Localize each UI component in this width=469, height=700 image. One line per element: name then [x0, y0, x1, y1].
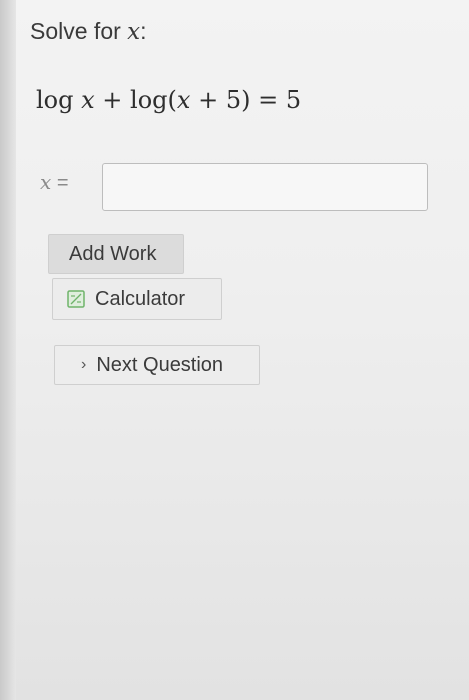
answer-label: x =: [40, 170, 69, 195]
equation-var1: x: [81, 86, 95, 114]
equation-var2: x: [176, 86, 191, 114]
chevron-right-icon: ›: [81, 356, 87, 373]
next-question-button[interactable]: › Next Question: [54, 345, 260, 385]
left-edge: [0, 0, 16, 700]
calculator-button[interactable]: Calculator: [52, 278, 222, 320]
calculator-icon: [67, 290, 85, 308]
equation-plus: +: [94, 86, 131, 114]
answer-input[interactable]: [102, 163, 428, 211]
equation-rest: + 5) = 5: [190, 86, 302, 114]
prompt-suffix: :: [140, 18, 147, 44]
add-work-label: Add Work: [69, 242, 157, 265]
next-question-label: Next Question: [96, 353, 224, 376]
add-work-button[interactable]: Add Work: [48, 234, 184, 274]
prompt-prefix: Solve for: [30, 18, 128, 44]
prompt-variable: x: [127, 19, 141, 45]
calculator-label: Calculator: [95, 287, 186, 310]
equation-log2: log(: [130, 86, 177, 114]
equation: log x + log(x + 5) = 5: [36, 86, 301, 114]
question-prompt: Solve for x:: [30, 18, 147, 45]
equation-log1: log: [36, 86, 82, 114]
answer-label-variable: x: [40, 170, 52, 194]
answer-label-equals: =: [51, 172, 69, 194]
